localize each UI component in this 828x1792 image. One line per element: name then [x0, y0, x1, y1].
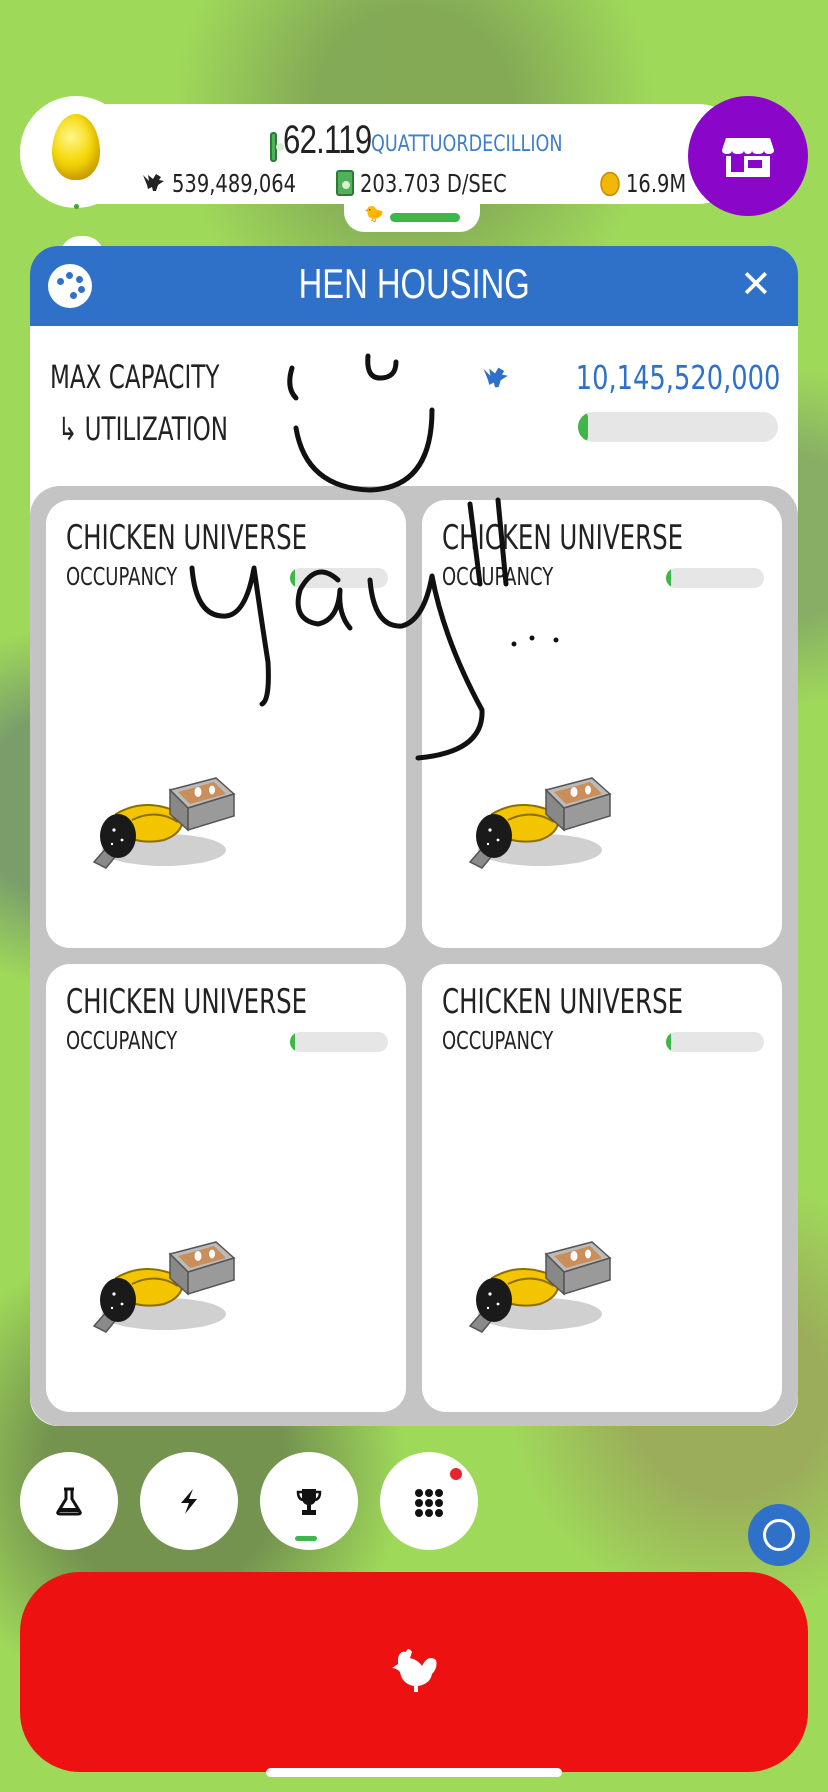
boost-icon: [181, 1489, 197, 1514]
drawn-letter-y2: [367, 573, 485, 761]
occupancy-bar-fill: [666, 1032, 671, 1052]
drawn-eye-left: [287, 365, 299, 401]
occupancy-bar: [666, 1032, 764, 1052]
notification-dot: [450, 1468, 462, 1480]
boosts-button[interactable]: [140, 1452, 238, 1550]
research-button[interactable]: [20, 1452, 118, 1550]
habitat-card[interactable]: CHICKEN UNIVERSE OCCUPANCY: [422, 964, 782, 1412]
menu-button[interactable]: [380, 1452, 478, 1550]
drawn-letter-y: [189, 565, 271, 707]
occupancy-label: OCCUPANCY: [442, 1026, 554, 1055]
drawn-letter-a: [295, 569, 353, 631]
handwritten-drawing: [189, 353, 559, 761]
occupancy-bar-fill: [290, 1032, 295, 1052]
occupancy-bar: [290, 1032, 388, 1052]
habitat-name: CHICKEN UNIVERSE: [442, 982, 684, 1022]
chicken-universe-habitat-image: [86, 1234, 236, 1348]
target-button[interactable]: [748, 1504, 810, 1566]
drawn-smile: [293, 407, 435, 493]
home-indicator: [266, 1768, 562, 1777]
trophy-icon: [296, 1489, 322, 1515]
drawn-eye-right: [365, 353, 399, 381]
chicken-icon: [392, 1649, 437, 1692]
research-icon: [56, 1487, 82, 1516]
menu-grid-icon: [415, 1489, 443, 1517]
hatch-chicken-button[interactable]: [20, 1572, 808, 1772]
drawn-exclaim-2: [495, 497, 509, 587]
habitat-name: CHICKEN UNIVERSE: [66, 982, 308, 1022]
occupancy-label: OCCUPANCY: [66, 1026, 178, 1055]
drawn-exclaim-1: [467, 501, 483, 587]
trophy-button[interactable]: [260, 1452, 358, 1550]
trophy-progress-indicator: [295, 1536, 317, 1541]
chicken-universe-habitat-image: [462, 1234, 612, 1348]
habitat-card[interactable]: CHICKEN UNIVERSE OCCUPANCY: [46, 964, 406, 1412]
